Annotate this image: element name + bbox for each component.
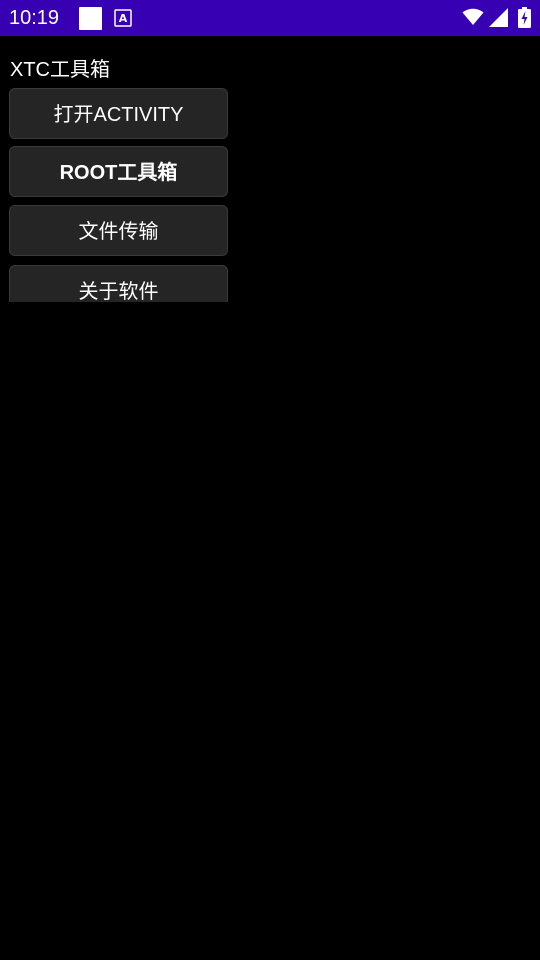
button-list: 打开ACTIVITY ROOT工具箱 文件传输 关于软件 <box>9 88 231 302</box>
svg-text:A: A <box>119 12 128 25</box>
open-activity-button[interactable]: 打开ACTIVITY <box>9 88 228 139</box>
app-title: XTC工具箱 <box>10 59 110 81</box>
battery-charging-icon <box>518 7 531 28</box>
a-notification-icon: A <box>114 9 132 27</box>
wifi-icon <box>462 8 484 25</box>
cellular-signal-icon <box>489 8 508 27</box>
root-toolbox-button[interactable]: ROOT工具箱 <box>9 146 228 197</box>
file-transfer-button[interactable]: 文件传输 <box>9 205 228 256</box>
about-software-button[interactable]: 关于软件 <box>9 265 228 302</box>
blank-notification-icon <box>79 7 102 30</box>
status-bar: 10:19 A <box>0 0 540 36</box>
status-time: 10:19 <box>9 7 60 29</box>
